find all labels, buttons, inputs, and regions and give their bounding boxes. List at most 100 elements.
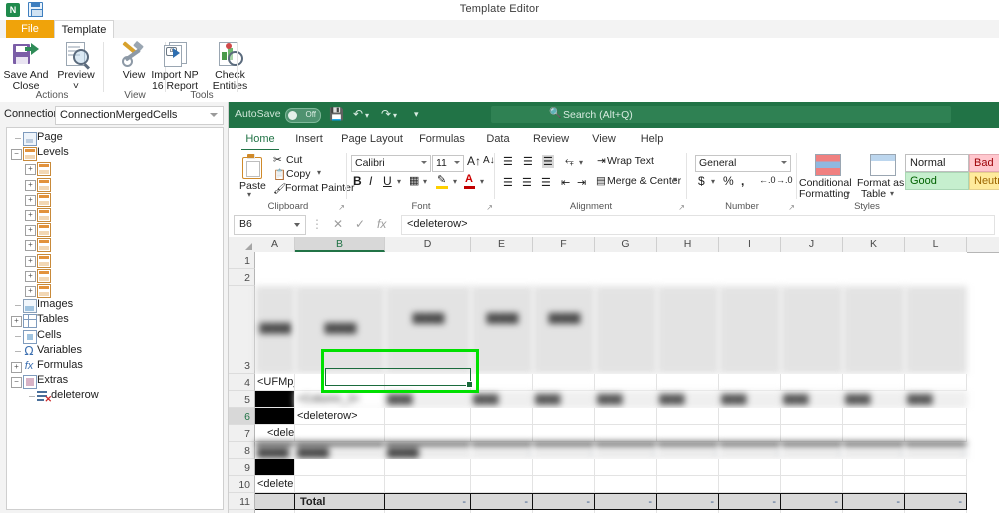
- cell-F11[interactable]: -: [533, 493, 595, 510]
- cell-L3[interactable]: [905, 286, 967, 374]
- cell-D10[interactable]: [385, 476, 471, 493]
- table-row[interactable]: [255, 459, 999, 476]
- fill-color-icon[interactable]: ✎: [437, 173, 446, 186]
- expand-icon[interactable]: +: [11, 316, 22, 328]
- cell-H8[interactable]: -: [657, 442, 719, 459]
- style-good[interactable]: Good: [905, 172, 969, 190]
- percent-icon[interactable]: %: [723, 174, 734, 188]
- cell-I10[interactable]: [719, 476, 781, 493]
- formula-more-icon[interactable]: ⋮: [311, 217, 323, 231]
- preview-button[interactable]: Preview ˅: [50, 40, 102, 92]
- cell-K7[interactable]: [843, 425, 905, 442]
- style-normal[interactable]: Normal: [905, 154, 969, 172]
- cell-J3[interactable]: [781, 286, 843, 374]
- cell-L6[interactable]: [905, 408, 967, 425]
- conditional-formatting-label-2[interactable]: Formatting: [799, 188, 849, 200]
- expand-icon[interactable]: +: [25, 179, 36, 191]
- cell-B2[interactable]: [295, 269, 385, 286]
- cell-J5[interactable]: ████: [781, 391, 843, 408]
- cell-A9[interactable]: [255, 459, 295, 476]
- cell-D6[interactable]: [385, 408, 471, 425]
- cell-F6[interactable]: [533, 408, 595, 425]
- table-row[interactable]: █████ █████ █████ █████ █████: [255, 286, 999, 374]
- chevron-down-icon[interactable]: ▾: [397, 177, 401, 186]
- cell-J4[interactable]: [781, 374, 843, 391]
- alignment-dialog-launcher-icon[interactable]: ↗: [678, 203, 685, 212]
- spreadsheet-grid[interactable]: ABDEFGHIJKL 1 2 3 █████ █████ █████ █████ █████…: [229, 237, 999, 513]
- copy-button[interactable]: Copy: [286, 168, 311, 180]
- save-icon[interactable]: 💾: [329, 107, 344, 121]
- tab-view[interactable]: View: [585, 131, 623, 149]
- name-box[interactable]: B6: [234, 215, 306, 235]
- cell-E4[interactable]: [471, 374, 533, 391]
- cell-G3[interactable]: [595, 286, 657, 374]
- cell-H6[interactable]: [657, 408, 719, 425]
- number-format-select[interactable]: General: [695, 155, 791, 172]
- chevron-down-icon[interactable]: ▾: [846, 189, 850, 198]
- cell-D7[interactable]: [385, 425, 471, 442]
- cell-I5[interactable]: ████: [719, 391, 781, 408]
- column-header-K[interactable]: K: [843, 237, 905, 252]
- cell-L4[interactable]: [905, 374, 967, 391]
- formula-input[interactable]: <deleterow>: [401, 215, 995, 235]
- column-header-D[interactable]: D: [385, 237, 471, 252]
- cell-D3[interactable]: █████: [385, 286, 471, 374]
- tab-insert[interactable]: Insert: [289, 131, 329, 149]
- cell-L7[interactable]: [905, 425, 967, 442]
- align-middle-icon[interactable]: ☰: [523, 155, 533, 168]
- row-header-9[interactable]: 9: [229, 459, 255, 476]
- cell-J1[interactable]: [781, 252, 843, 269]
- align-top-icon[interactable]: ☰: [503, 155, 513, 168]
- increase-decimal-icon[interactable]: ←.0: [759, 175, 776, 185]
- cell-H11[interactable]: -: [657, 493, 719, 510]
- expand-icon[interactable]: +: [25, 194, 36, 206]
- column-header-B[interactable]: B: [295, 237, 385, 252]
- align-bottom-icon[interactable]: ☰: [542, 155, 554, 168]
- cell-K11[interactable]: -: [843, 493, 905, 510]
- chevron-down-icon[interactable]: ▾: [890, 189, 894, 198]
- cell-E7[interactable]: [471, 425, 533, 442]
- cell-A8[interactable]: █████: [255, 442, 295, 459]
- cell-D2[interactable]: [385, 269, 471, 286]
- cell-L1[interactable]: [905, 252, 967, 269]
- cell-I11[interactable]: -: [719, 493, 781, 510]
- column-header-E[interactable]: E: [471, 237, 533, 252]
- cell-J9[interactable]: [781, 459, 843, 476]
- search-input[interactable]: 🔍 Search (Alt+Q): [491, 106, 951, 123]
- row-header-7[interactable]: 7: [229, 425, 255, 442]
- cell-H4[interactable]: [657, 374, 719, 391]
- check-entities-button[interactable]: Check Entities: [204, 40, 256, 92]
- cell-K6[interactable]: [843, 408, 905, 425]
- cell-F10[interactable]: [533, 476, 595, 493]
- cell-G10[interactable]: [595, 476, 657, 493]
- chevron-down-icon[interactable]: ▾: [247, 190, 251, 199]
- row-header-5[interactable]: 5: [229, 391, 255, 408]
- cell-A5[interactable]: [255, 391, 295, 408]
- format-as-table-label-2[interactable]: Table: [861, 188, 886, 200]
- cut-button[interactable]: Cut: [286, 154, 302, 166]
- tab-help[interactable]: Help: [633, 131, 671, 149]
- cell-E2[interactable]: [471, 269, 533, 286]
- cell-B7[interactable]: [295, 425, 385, 442]
- cell-I8[interactable]: -: [719, 442, 781, 459]
- table-row[interactable]: <Column_3> ████ ████ ████ ████ ████ ████ ████ ██…: [255, 391, 999, 408]
- cell-L2[interactable]: [905, 269, 967, 286]
- chevron-down-icon[interactable]: ▾: [579, 158, 583, 167]
- row-header-3[interactable]: 3: [229, 286, 255, 374]
- table-row[interactable]: <deleterow>: [255, 425, 999, 442]
- cell-F5[interactable]: ████: [533, 391, 595, 408]
- cell-L10[interactable]: [905, 476, 967, 493]
- cell-D5[interactable]: ████: [385, 391, 471, 408]
- merge-center-button[interactable]: Merge & Center: [607, 175, 681, 187]
- expand-icon[interactable]: +: [25, 255, 36, 267]
- style-neutral[interactable]: Neutral: [969, 172, 999, 190]
- table-row[interactable]: [255, 269, 999, 286]
- entity-tree[interactable]: Page − Levels + + + + + + + + + Images + Tables Cells Ω V…: [6, 127, 224, 510]
- chevron-down-icon[interactable]: ▾: [480, 177, 484, 186]
- cell-B1[interactable]: [295, 252, 385, 269]
- cell-A1[interactable]: [255, 252, 295, 269]
- column-header-J[interactable]: J: [781, 237, 843, 252]
- underline-button[interactable]: U: [383, 174, 392, 188]
- expand-icon[interactable]: +: [25, 240, 36, 252]
- cell-E6[interactable]: [471, 408, 533, 425]
